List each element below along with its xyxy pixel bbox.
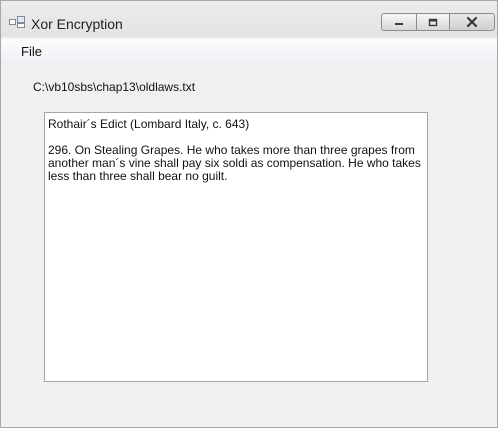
maximize-icon	[428, 18, 438, 26]
minimize-button[interactable]	[381, 13, 417, 31]
file-path-label: C:\vb10sbs\chap13\oldlaws.txt	[33, 80, 196, 94]
app-window-icon	[9, 16, 25, 28]
main-window: Xor Encryption File C:\vb10sbs\chap13\ol…	[0, 0, 498, 428]
close-button[interactable]	[449, 13, 495, 31]
close-icon	[466, 17, 478, 27]
window-title: Xor Encryption	[31, 16, 123, 32]
document-textbox[interactable]: Rothair´s Edict (Lombard Italy, c. 643) …	[44, 112, 428, 382]
menu-item-file[interactable]: File	[21, 44, 42, 59]
text-title-line: Rothair´s Edict (Lombard Italy, c. 643)	[48, 117, 250, 131]
minimize-icon	[395, 23, 403, 25]
menu-bar: File	[1, 39, 497, 63]
text-body: 296. On Stealing Grapes. He who takes mo…	[48, 143, 421, 183]
maximize-button[interactable]	[416, 13, 450, 31]
title-bar[interactable]: Xor Encryption	[1, 1, 497, 37]
window-controls	[381, 13, 495, 31]
